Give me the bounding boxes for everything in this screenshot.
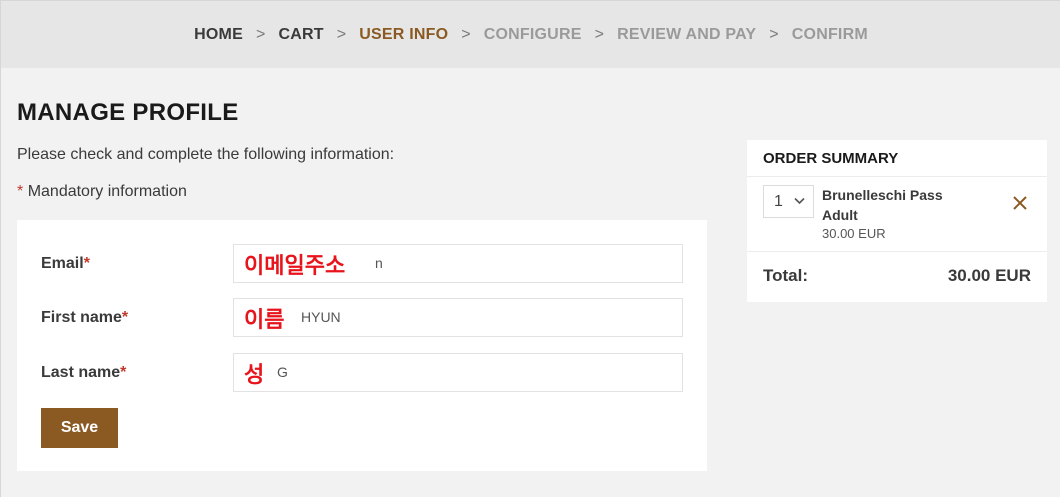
total-value: 30.00 EUR — [947, 266, 1031, 285]
mandatory-note-text: Mandatory information — [27, 183, 187, 200]
first-name-field[interactable]: 이름 HYUN — [233, 298, 683, 337]
breadcrumb-separator: > — [336, 25, 347, 43]
step-cart[interactable]: CART — [279, 26, 324, 44]
first-name-row: First name* 이름 HYUN — [17, 298, 707, 338]
required-star: * — [83, 255, 90, 272]
order-total: Total: 30.00 EUR — [747, 252, 1047, 300]
page-title: MANAGE PROFILE — [17, 99, 239, 126]
chevron-down-icon — [794, 197, 805, 205]
total-label: Total: — [763, 266, 809, 285]
email-field[interactable]: 이메일주소 n — [233, 244, 683, 283]
email-overlay-annotation: 이메일주소 — [234, 245, 374, 282]
last-name-label-text: Last name — [41, 364, 121, 381]
required-star: * — [17, 183, 24, 200]
cart-item: 1 Brunelleschi Pass Adult 30.00 EUR — [747, 177, 1047, 252]
step-confirm: CONFIRM — [791, 25, 868, 43]
item-name-line2: Adult — [822, 207, 858, 223]
first-name-value-fragment: HYUN — [301, 309, 341, 325]
last-name-label: Last name* — [41, 364, 126, 382]
email-value-fragment: n — [375, 255, 383, 271]
first-name-label-text: First name — [41, 309, 122, 326]
required-star: * — [120, 364, 127, 381]
breadcrumb-separator: > — [255, 25, 266, 43]
last-name-field[interactable]: 성 G — [233, 353, 683, 392]
email-label-text: Email — [41, 255, 84, 272]
breadcrumb-separator: > — [769, 25, 779, 43]
checkout-breadcrumb: HOME > CART > USER INFO > CONFIGURE > RE… — [1, 1, 1060, 68]
last-name-value-fragment: G — [277, 364, 288, 380]
email-label: Email* — [41, 255, 90, 273]
step-configure: CONFIGURE — [483, 25, 582, 43]
quantity-value: 1 — [774, 192, 783, 210]
item-price: 30.00 EUR — [822, 226, 886, 241]
last-name-row: Last name* 성 G — [17, 353, 707, 393]
save-button[interactable]: Save — [41, 408, 118, 448]
breadcrumb-separator: > — [461, 25, 471, 43]
intro-text: Please check and complete the following … — [17, 146, 395, 163]
step-home[interactable]: HOME — [194, 26, 243, 44]
first-name-label: First name* — [41, 309, 128, 327]
breadcrumb-separator: > — [594, 25, 605, 43]
step-user-info: USER INFO — [359, 25, 449, 43]
mandatory-note: * Mandatory information — [17, 183, 187, 201]
first-name-overlay-annotation: 이름 — [234, 299, 300, 336]
step-review-and-pay: REVIEW AND PAY — [617, 25, 757, 43]
quantity-select[interactable]: 1 — [763, 185, 814, 218]
order-summary: ORDER SUMMARY 1 Brunelleschi Pass Adult … — [747, 140, 1047, 302]
required-star: * — [121, 309, 129, 326]
email-row: Email* 이메일주소 n — [17, 244, 707, 284]
item-name: Brunelleschi Pass Adult — [822, 185, 982, 225]
last-name-overlay-annotation: 성 — [234, 354, 276, 391]
close-icon[interactable] — [1011, 194, 1029, 212]
order-summary-title: ORDER SUMMARY — [747, 140, 1047, 177]
item-name-line1: Brunelleschi Pass — [822, 187, 943, 203]
profile-form: Email* 이메일주소 n First name* 이름 HYUN Last … — [17, 220, 707, 471]
